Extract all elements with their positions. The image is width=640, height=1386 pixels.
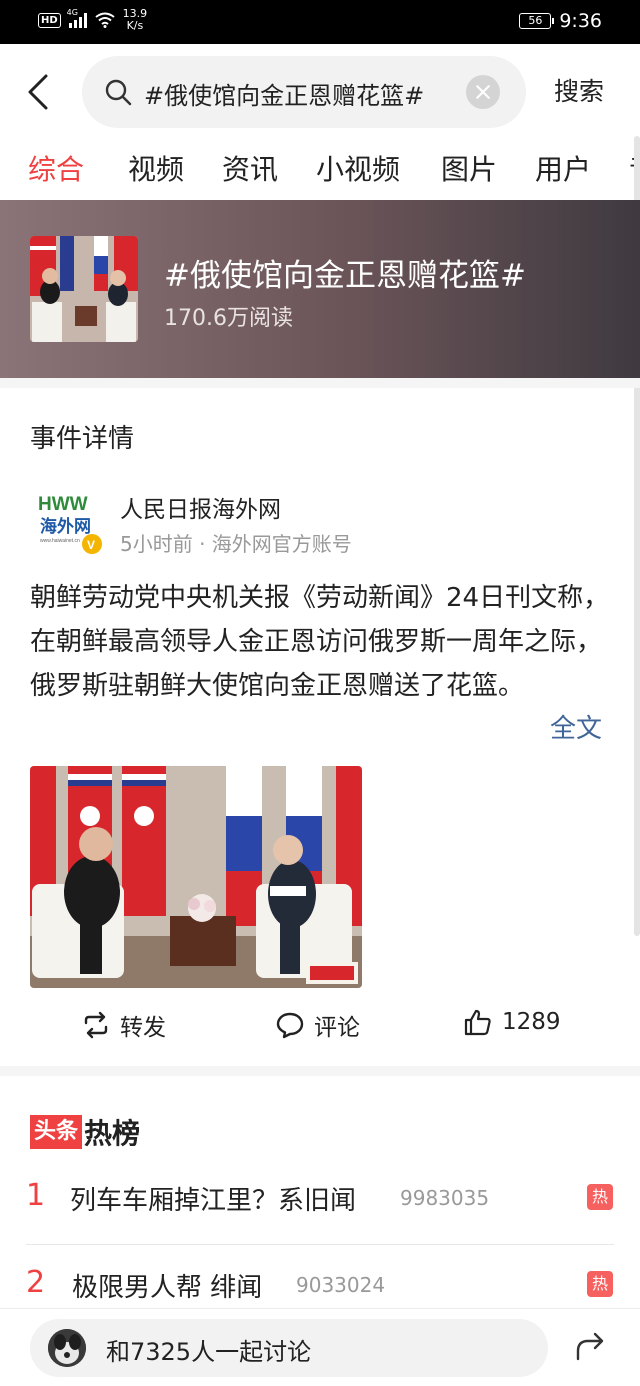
topic-thumbnail — [30, 236, 138, 342]
status-bar: HD 4G 13.9 K/s 56 9:36 — [0, 0, 640, 44]
source-logo[interactable]: HWW 海外网 www.haiwainet.cn V — [30, 486, 102, 558]
hot-tag: 热 — [587, 1184, 613, 1210]
hot-tag: 热 — [587, 1271, 613, 1297]
search-icon — [105, 79, 132, 106]
hot-title: 极限男人帮 绯闻 — [72, 1273, 263, 1303]
source-meta: 5小时前 · 海外网官方账号 — [120, 532, 352, 556]
category-tabs: 综合 视频 资讯 小视频 图片 用户 音 — [0, 136, 640, 198]
tab-images[interactable]: 图片 — [441, 148, 497, 188]
repost-label: 转发 — [120, 1015, 166, 1041]
svg-text:V: V — [87, 538, 95, 552]
hd-icon: HD — [38, 12, 61, 28]
network-speed: 13.9 K/s — [122, 7, 148, 32]
tab-short-video[interactable]: 小视频 — [316, 148, 400, 188]
repost-icon — [84, 1011, 108, 1039]
back-icon[interactable] — [22, 72, 58, 112]
hot-rank: 2 — [26, 1265, 46, 1300]
hot-list-title: 热榜 — [84, 1117, 141, 1150]
hot-list-item[interactable]: 1 列车车厢掉江里？系旧闻 9983035 热 — [0, 1158, 640, 1244]
battery-icon: 56 — [519, 13, 555, 29]
search-input[interactable]: #俄使馆向金正恩赠花篮# — [82, 56, 526, 128]
network-type: 4G — [66, 8, 78, 17]
section-title: 事件详情 — [30, 424, 135, 454]
article-actions: 转发 评论 1289 — [0, 1000, 640, 1054]
article-summary[interactable]: 朝鲜劳动党中央机关报《劳动新闻》24日刊文称，在朝鲜最高领导人金正恩访问俄罗斯一… — [30, 576, 614, 708]
signal-icon: 4G — [67, 8, 87, 28]
like-count: 1289 — [502, 1009, 561, 1035]
hot-rank: 1 — [26, 1178, 46, 1213]
comment-button[interactable]: 评论 — [276, 1008, 360, 1042]
article-photo[interactable] — [30, 766, 362, 988]
wifi-icon — [95, 12, 115, 28]
tab-comprehensive[interactable]: 综合 — [28, 148, 84, 188]
logo-text-top: HWW — [38, 494, 88, 515]
discuss-input[interactable]: 和7325人一起讨论 — [30, 1319, 548, 1377]
topic-title: #俄使馆向金正恩赠花篮# — [164, 258, 526, 294]
search-header: #俄使馆向金正恩赠花篮# 搜索 — [0, 44, 640, 136]
discuss-prompt: 和7325人一起讨论 — [106, 1338, 312, 1366]
tab-video[interactable]: 视频 — [128, 148, 184, 188]
comment-icon — [276, 1012, 304, 1039]
source-name[interactable]: 人民日报海外网 — [120, 490, 281, 524]
topic-read-count: 170.6万阅读 — [164, 306, 293, 331]
tab-users[interactable]: 用户 — [535, 148, 591, 188]
logo-text-small: www.haiwainet.cn — [40, 538, 80, 544]
topic-banner[interactable]: #俄使馆向金正恩赠花篮# 170.6万阅读 — [0, 200, 640, 378]
search-button[interactable]: 搜索 — [554, 72, 604, 108]
hot-list-logo[interactable]: 头条 热榜 — [30, 1112, 140, 1152]
section-divider — [0, 1066, 640, 1076]
comment-label: 评论 — [314, 1015, 360, 1041]
clear-icon[interactable] — [466, 75, 500, 109]
share-icon[interactable] — [574, 1329, 608, 1363]
hot-count: 9983035 — [400, 1186, 490, 1210]
search-query[interactable]: #俄使馆向金正恩赠花篮# — [144, 76, 424, 111]
repost-button[interactable]: 转发 — [82, 1008, 166, 1042]
hot-list-badge: 头条 — [30, 1115, 83, 1149]
avatar — [48, 1329, 86, 1367]
logo-text-main: 海外网 — [40, 516, 91, 536]
full-text-link[interactable]: 全文 — [550, 708, 602, 745]
tab-news[interactable]: 资讯 — [222, 148, 278, 188]
section-divider — [0, 378, 640, 388]
thumbs-up-icon — [464, 1009, 491, 1036]
like-button[interactable]: 1289 — [464, 1008, 561, 1036]
hot-title: 列车车厢掉江里？系旧闻 — [70, 1186, 357, 1216]
clock: 9:36 — [559, 10, 602, 32]
bottom-bar: 和7325人一起讨论 — [0, 1308, 640, 1386]
hot-count: 9033024 — [296, 1273, 386, 1297]
